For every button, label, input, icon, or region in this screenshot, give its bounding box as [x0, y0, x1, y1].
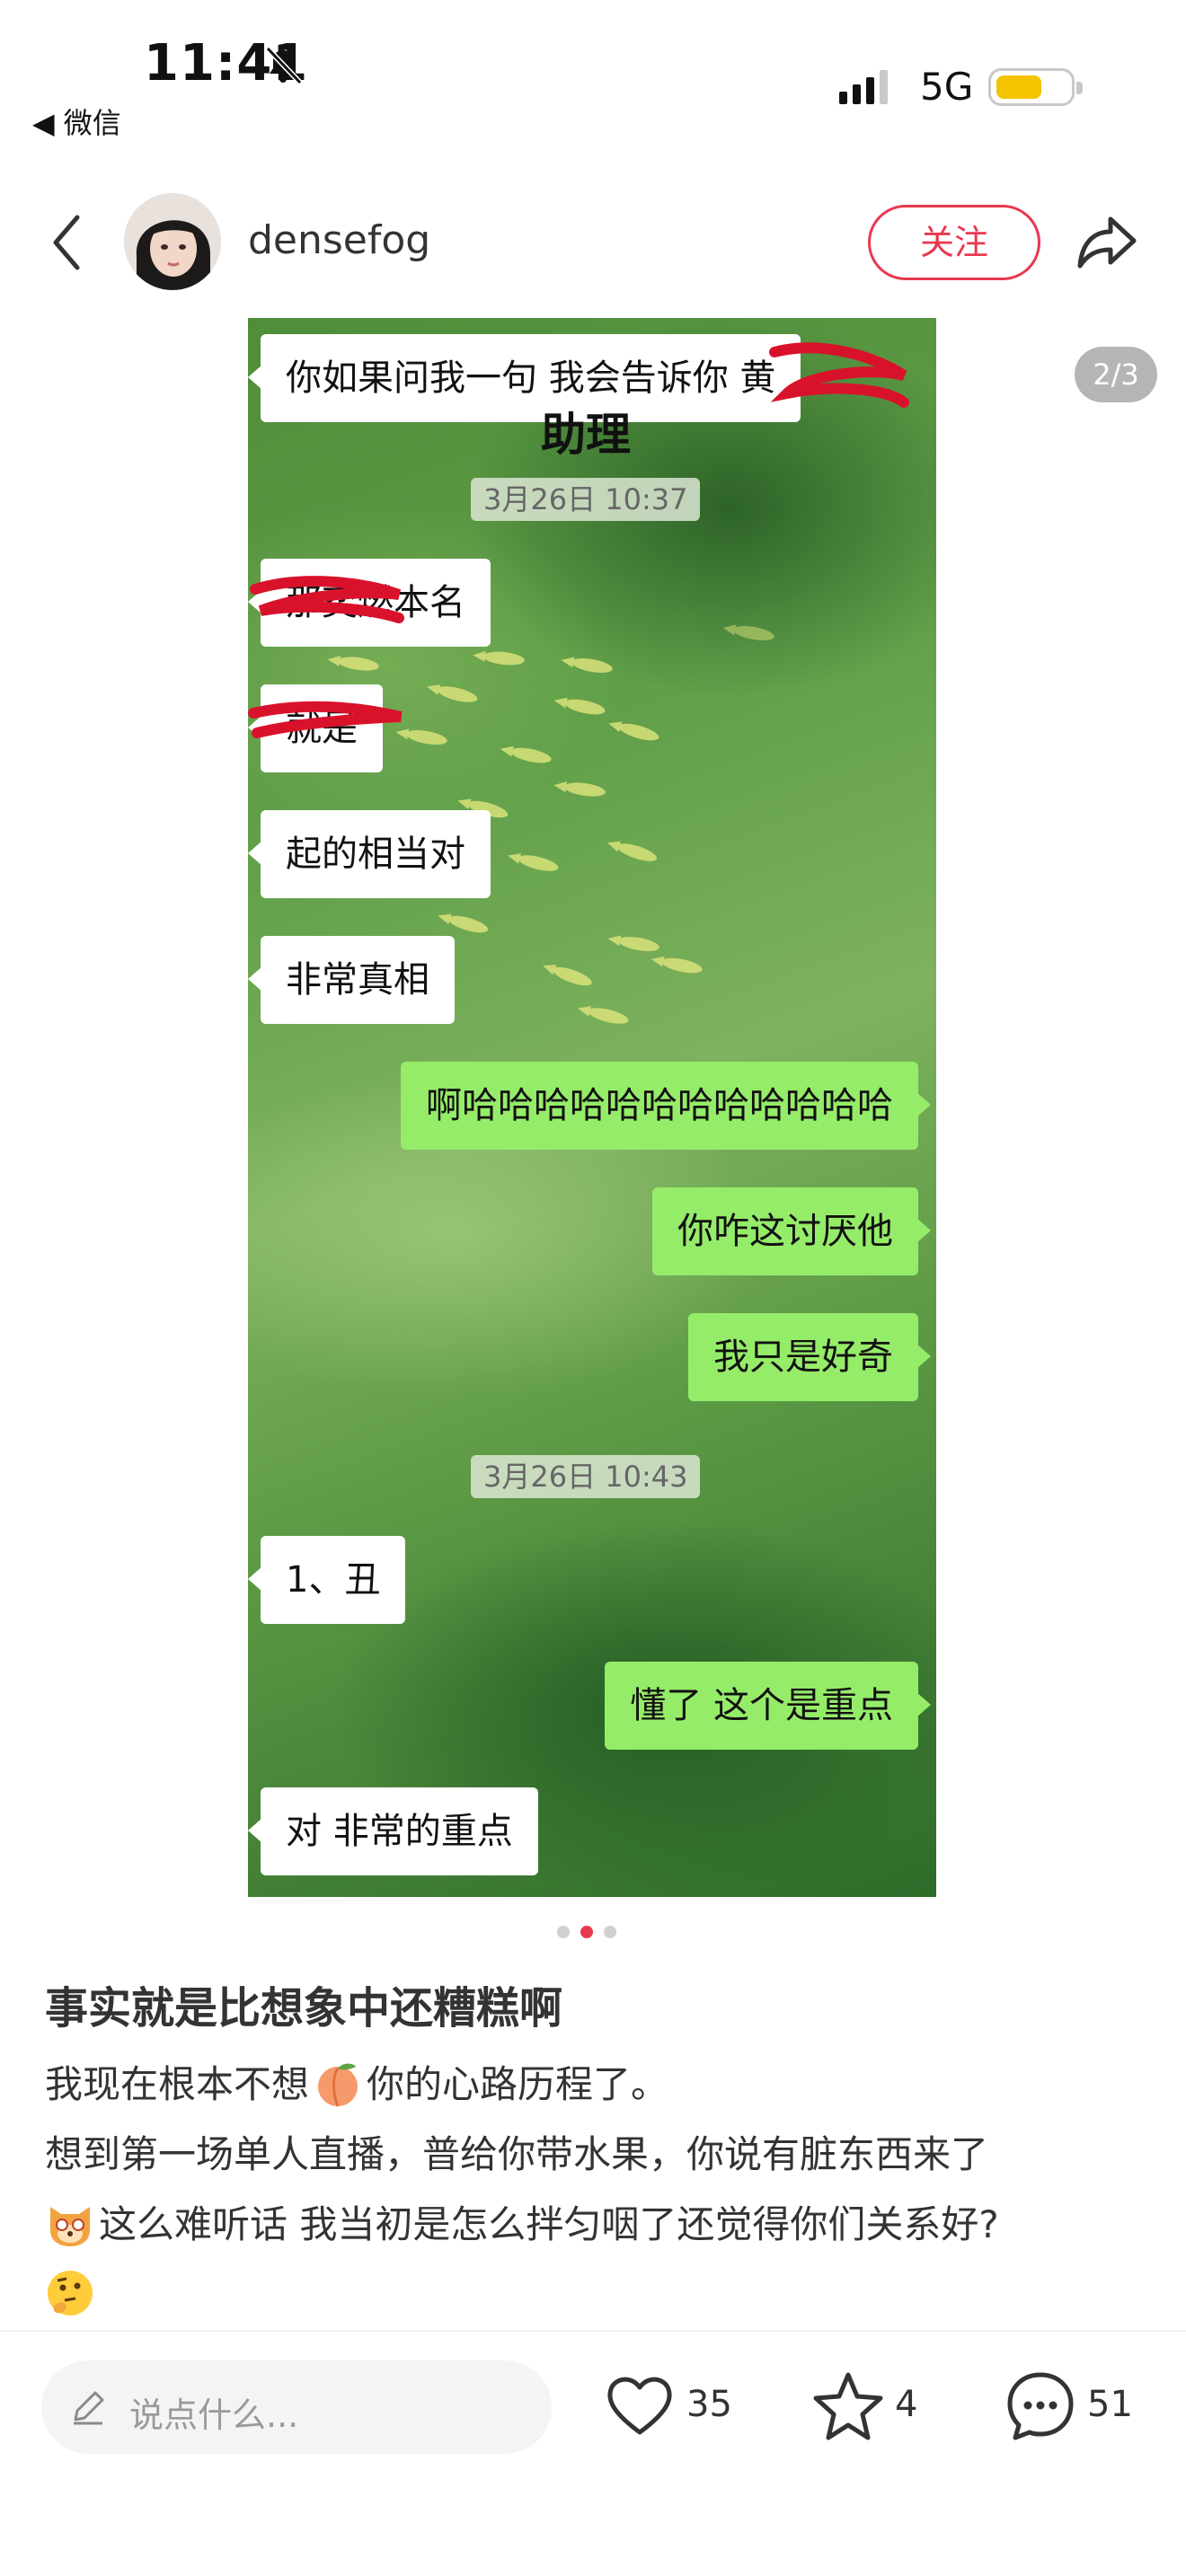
- chat-bubble-right: 懂了 这个是重点: [605, 1662, 931, 1750]
- post-text: 这么难听话 我当初是怎么拌匀咽了还觉得你们关系好?: [99, 2202, 999, 2246]
- comment-count: 51: [1087, 2384, 1133, 2425]
- chat-bubble-right: 我只是好奇: [688, 1313, 931, 1401]
- pager-dot-active[interactable]: [580, 1926, 593, 1938]
- chat-bubble-left: 起的相当对: [248, 810, 491, 898]
- redaction-scribble: [769, 342, 909, 408]
- signal-icon: [839, 70, 888, 104]
- bottom-divider: [0, 2330, 1186, 2332]
- battery-icon: [988, 68, 1083, 106]
- post-image[interactable]: 你如果问我一句 我会告诉你 黄 助理 3月26日 10:37 那奕燃本名 就是 …: [248, 318, 936, 1897]
- post-title: 事实就是比想象中还糟糕啊: [45, 1983, 563, 2033]
- comment-icon: [1007, 2372, 1074, 2440]
- chat-bubble-left: 非常真相: [248, 936, 455, 1024]
- dog-emoji: [50, 2207, 90, 2246]
- back-arrow-icon[interactable]: [45, 207, 90, 278]
- peach-emoji: [318, 2063, 358, 2107]
- chat-bubble-left: 你如果问我一句 我会告诉你 黄: [248, 334, 801, 422]
- like-button[interactable]: 35: [604, 2369, 739, 2445]
- follow-button[interactable]: 关注: [868, 205, 1040, 280]
- post-line: 这么难听话 我当初是怎么拌匀咽了还觉得你们关系好?: [45, 2190, 1159, 2260]
- redaction-scribble: [248, 701, 403, 738]
- chat-bubble-right: 你咋这讨厌他: [652, 1187, 931, 1275]
- avatar[interactable]: [124, 193, 221, 290]
- post-line: 我现在根本不想 你的心路历程了。: [45, 2050, 1159, 2120]
- network-type: 5G: [920, 65, 974, 109]
- comment-placeholder: 说点什么...: [129, 2395, 299, 2435]
- heart-icon: [607, 2377, 672, 2435]
- comment-input[interactable]: 说点什么...: [41, 2360, 552, 2454]
- thinking-emoji: [48, 2271, 93, 2316]
- share-icon[interactable]: [1071, 208, 1143, 277]
- post-line: 想到第一场单人直播，普给你带水果，你说有脏东西来了: [45, 2132, 989, 2176]
- redaction-scribble: [250, 576, 404, 623]
- like-count: 35: [686, 2384, 732, 2425]
- status-bar: 11:41 ◀ 微信 5G: [0, 0, 1186, 153]
- post-text: 你的心路历程了。: [367, 2062, 669, 2106]
- post-line: [45, 2260, 1159, 2330]
- pager-dot[interactable]: [557, 1926, 570, 1938]
- username[interactable]: densefog: [248, 217, 430, 263]
- contact-label: 助理: [541, 409, 631, 461]
- chat-bubble-left: 对 非常的重点: [248, 1787, 538, 1875]
- chat-bubble-left: 1、丑: [248, 1536, 406, 1624]
- bell-off-icon: [265, 46, 303, 85]
- chat-timestamp: 3月26日 10:43: [471, 1455, 701, 1498]
- post-body: 我现在根本不想 你的心路历程了。 想到第一场单人直播，普给你带水果，你说有脏东西来…: [45, 2050, 1159, 2330]
- comment-button[interactable]: 51: [1005, 2369, 1148, 2445]
- pager-dot[interactable]: [604, 1926, 616, 1938]
- favorite-count: 4: [895, 2384, 918, 2425]
- favorite-button[interactable]: 4: [812, 2369, 929, 2445]
- image-counter: 2/3: [1075, 347, 1157, 402]
- back-to-wechat-link[interactable]: ◀ 微信: [32, 101, 121, 142]
- post-text: 我现在根本不想: [45, 2062, 310, 2106]
- chat-timestamp: 3月26日 10:37: [471, 478, 701, 521]
- post-header: densefog 关注: [0, 180, 1186, 305]
- chat-bubble-right: 啊哈哈哈哈哈哈哈哈哈哈哈哈: [401, 1062, 931, 1150]
- pen-icon: [74, 2391, 104, 2425]
- star-icon: [813, 2372, 883, 2440]
- image-pager: [557, 1926, 629, 1940]
